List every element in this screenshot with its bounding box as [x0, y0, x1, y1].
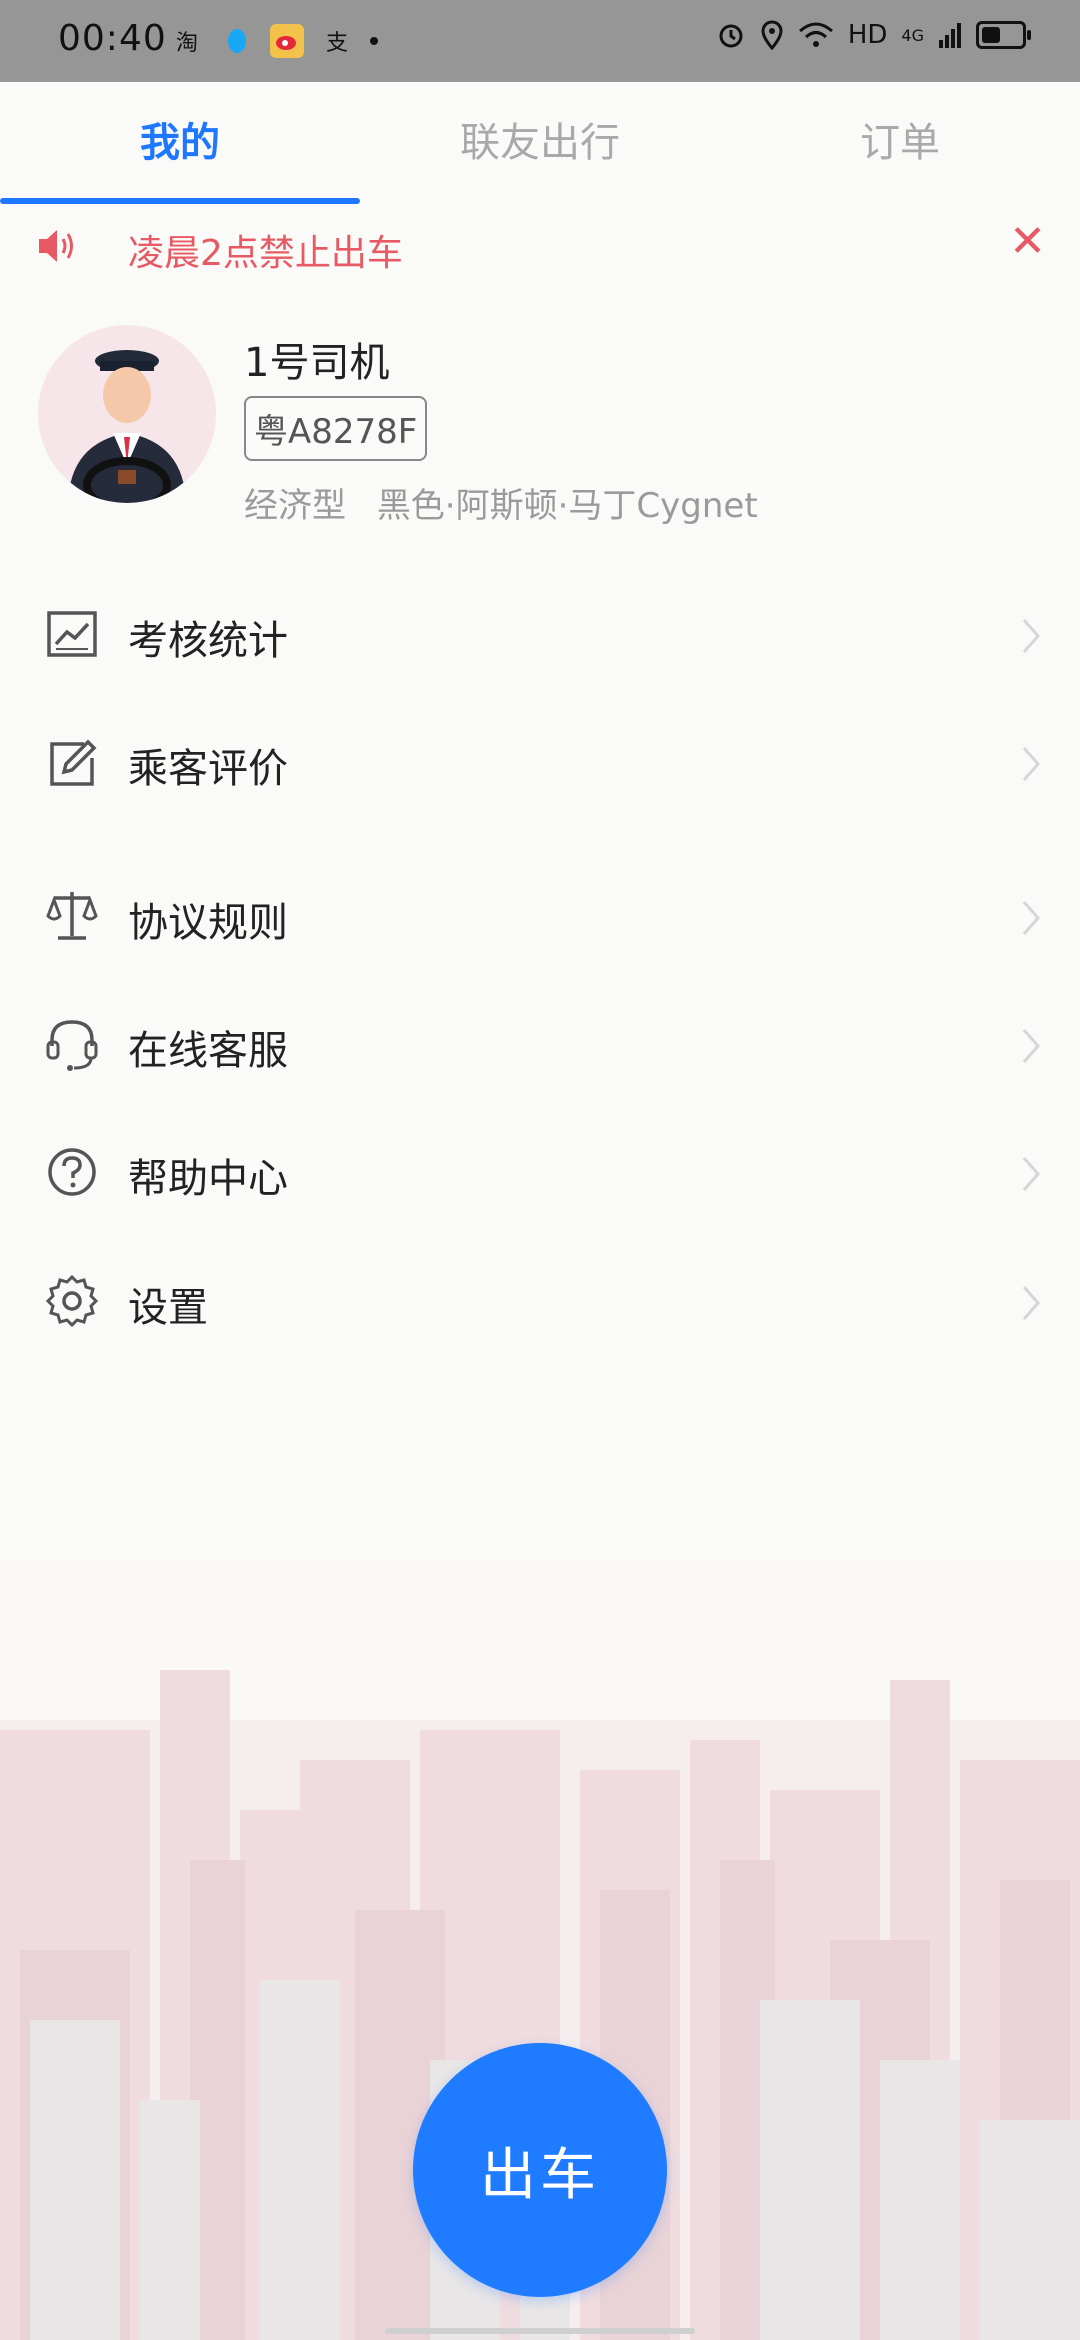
tab-lianyou-travel[interactable]: 联友出行: [360, 82, 720, 204]
notification-icons: 淘 支: [170, 24, 378, 58]
driver-avatar-icon: [38, 325, 216, 503]
license-plate: 粤A8278F: [244, 396, 428, 461]
help-icon: [48, 1148, 96, 1196]
more-notifications-dot: [370, 37, 378, 45]
location-icon: [761, 20, 783, 50]
close-icon[interactable]: ✕: [1009, 220, 1046, 264]
menu-label: 考核统计: [128, 618, 288, 664]
alarm-icon: [719, 24, 743, 48]
menu-label: 乘客评价: [128, 746, 288, 792]
status-time: 00:40: [58, 18, 167, 59]
menu-item-passenger-reviews[interactable]: 乘客评价: [0, 708, 1080, 818]
qq-icon: [220, 24, 254, 58]
chevron-right-icon: [1022, 1286, 1040, 1320]
start-driving-button[interactable]: 出车: [413, 2043, 667, 2297]
menu-item-online-support[interactable]: 在线客服: [0, 990, 1080, 1100]
avatar[interactable]: [38, 325, 216, 503]
home-indicator: [385, 2328, 695, 2334]
app-root: 00:40 淘 支 HD 4G 我的 联友出行 订单 凌晨2点禁止出车 ✕ 1号…: [0, 0, 1080, 2340]
top-tabs: 我的 联友出行 订单: [0, 82, 1080, 204]
scale-icon: [46, 892, 98, 940]
hd-label: HD: [847, 20, 888, 50]
menu-item-assessment-stats[interactable]: 考核统计: [0, 580, 1080, 690]
menu-label: 在线客服: [128, 1028, 288, 1074]
edit-icon: [50, 739, 97, 786]
chevron-right-icon: [1022, 1029, 1040, 1063]
chevron-right-icon: [1022, 901, 1040, 935]
speaker-icon: [39, 230, 73, 262]
cell-signal-icon: [939, 23, 961, 48]
network-label: 4G: [901, 25, 924, 45]
car-type: 经济型: [244, 486, 346, 526]
driver-name: 1号司机: [244, 340, 390, 386]
chevron-right-icon: [1022, 1157, 1040, 1191]
tab-orders[interactable]: 订单: [720, 82, 1080, 204]
wifi-icon: [798, 22, 833, 47]
menu-label: 帮助中心: [128, 1156, 288, 1202]
menu-label: 协议规则: [128, 900, 288, 946]
headset-icon: [46, 1020, 98, 1071]
tab-mine[interactable]: 我的: [0, 82, 360, 204]
status-bar: 00:40 淘 支 HD 4G: [0, 0, 1080, 82]
chart-icon: [47, 611, 97, 657]
menu-item-help-center[interactable]: 帮助中心: [0, 1118, 1080, 1228]
notice-text: 凌晨2点禁止出车: [128, 233, 403, 274]
gear-icon: [45, 1274, 99, 1328]
menu-item-settings[interactable]: 设置: [0, 1247, 1080, 1357]
menu-item-agreement-rules[interactable]: 协议规则: [0, 862, 1080, 972]
chevron-right-icon: [1022, 619, 1040, 653]
status-icons: HD 4G: [716, 20, 1031, 50]
chevron-right-icon: [1022, 747, 1040, 781]
battery-icon: [976, 21, 1031, 49]
weibo-icon: [270, 24, 304, 58]
taobao-icon: 淘: [175, 31, 198, 56]
alipay-icon: 支: [325, 31, 348, 56]
car-model: 黑色·阿斯顿·马丁Cygnet: [376, 486, 758, 526]
menu-label: 设置: [128, 1285, 208, 1331]
notice-banner: 凌晨2点禁止出车 ✕: [0, 204, 1080, 288]
driver-profile[interactable]: 1号司机 粤A8278F 经济型 黑色·阿斯顿·马丁Cygnet: [0, 320, 1080, 540]
car-info: 经济型 黑色·阿斯顿·马丁Cygnet: [244, 478, 778, 527]
